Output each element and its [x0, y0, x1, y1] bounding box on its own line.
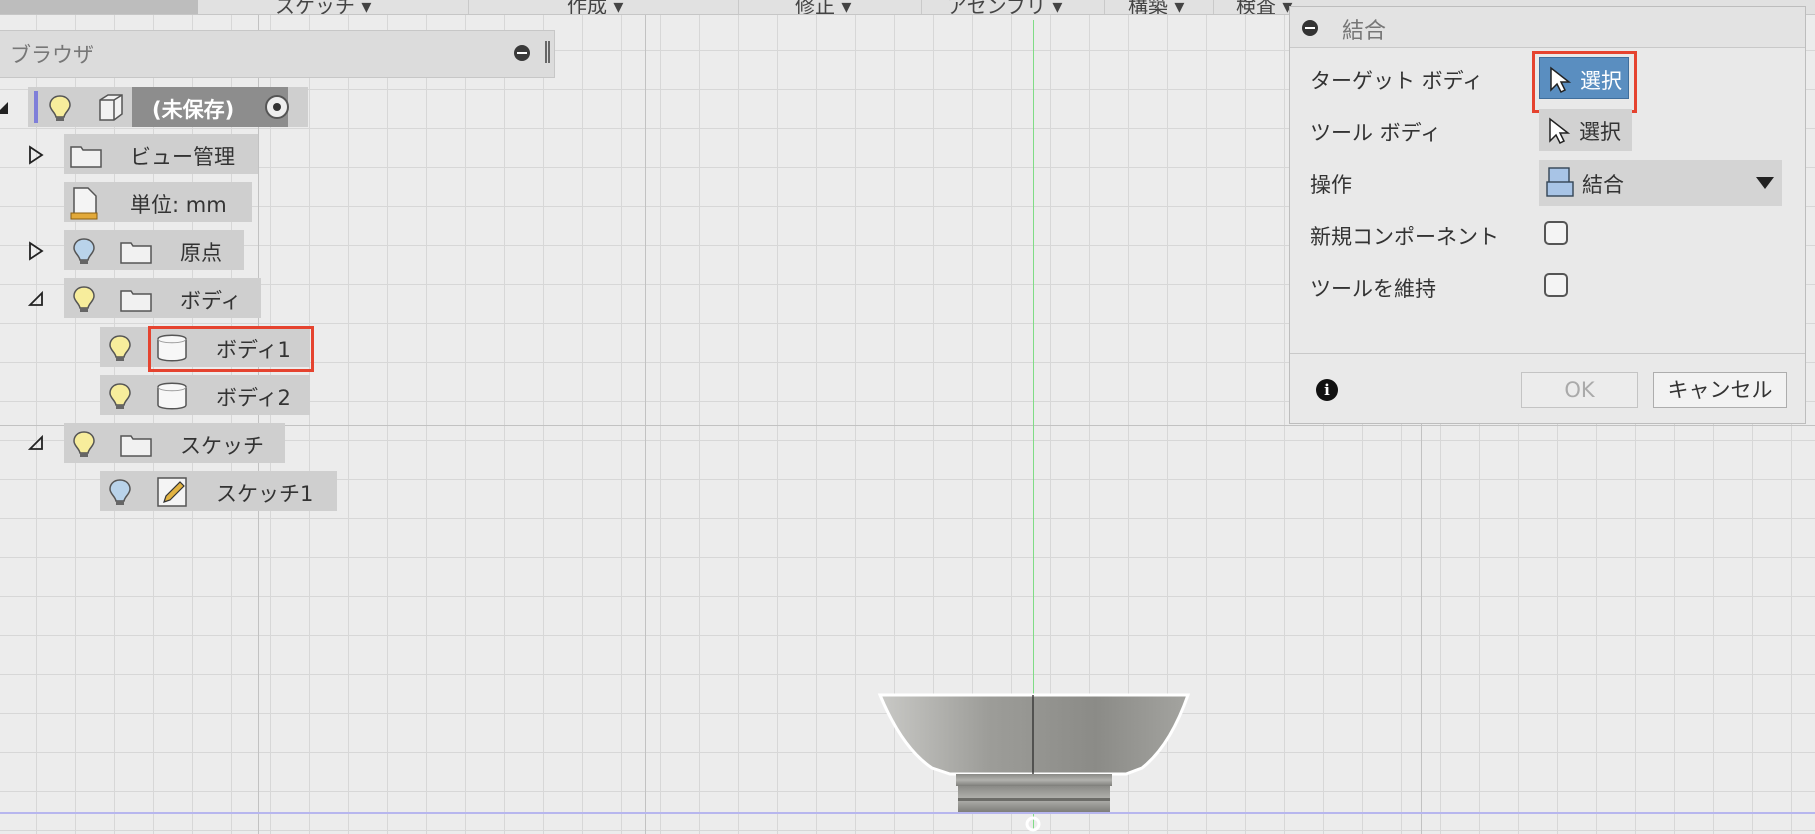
join-operation-icon: [1546, 167, 1574, 197]
grid-major-line: [645, 0, 646, 834]
toolbar-assemble-menu[interactable]: アセンブリ ▾: [947, 0, 1062, 14]
toolbar-workspace-area[interactable]: [0, 0, 198, 14]
browser-item-label: ボディ2: [216, 386, 291, 410]
toolbar-sketch-menu[interactable]: スケッチ ▾: [275, 0, 371, 14]
browser-title: ブラウザ: [10, 43, 94, 67]
sketch-pencil-icon: [157, 477, 187, 507]
operation-dropdown[interactable]: 結合: [1539, 160, 1782, 206]
browser-item-label: 原点: [180, 241, 222, 265]
browser-item-sketch1[interactable]: スケッチ1: [100, 471, 337, 511]
expand-triangle-icon[interactable]: [28, 145, 44, 165]
toolbar-separator: [468, 0, 469, 14]
visibility-bulb-off-icon[interactable]: [70, 236, 98, 266]
toolbar-construct-menu[interactable]: 構築 ▾: [1128, 0, 1184, 14]
browser-root-row[interactable]: (未保存): [28, 87, 308, 127]
active-indicator: [34, 91, 38, 123]
ok-button[interactable]: OK: [1521, 372, 1638, 408]
toolbar-separator: [1104, 0, 1105, 14]
collapse-triangle-icon[interactable]: [28, 289, 44, 309]
folder-icon: [120, 435, 152, 457]
tool-body-select-button[interactable]: 選択: [1539, 109, 1632, 151]
select-button-label: 選択: [1579, 120, 1621, 144]
cursor-arrow-icon: [1549, 117, 1571, 145]
new-component-checkbox[interactable]: [1544, 221, 1568, 245]
dialog-footer-divider: [1290, 353, 1805, 354]
browser-item-bodies-folder[interactable]: ボディ: [64, 278, 261, 318]
browser-item-label: スケッチ: [180, 434, 264, 458]
cancel-button[interactable]: キャンセル: [1653, 372, 1787, 408]
browser-item-origin[interactable]: 原点: [64, 230, 244, 270]
root-document-name: (未保存): [152, 98, 235, 122]
collapse-triangle-icon[interactable]: [0, 98, 10, 118]
keep-tools-checkbox[interactable]: [1544, 273, 1568, 297]
body-cylinder-icon: [157, 382, 187, 410]
browser-panel-header: ブラウザ: [0, 30, 555, 78]
new-component-label: 新規コンポーネント: [1310, 225, 1499, 249]
visibility-bulb-off-icon[interactable]: [106, 477, 134, 507]
dropdown-arrow-icon: [1756, 177, 1774, 189]
collapse-triangle-icon[interactable]: [28, 433, 44, 453]
browser-item-view-management[interactable]: ビュー管理: [64, 134, 258, 174]
visibility-bulb-icon[interactable]: [106, 381, 134, 411]
activate-radio-icon[interactable]: [265, 95, 289, 119]
browser-item-label: ビュー管理: [130, 145, 235, 169]
collapse-icon[interactable]: [514, 45, 530, 61]
toolbar-modify-menu[interactable]: 修正 ▾: [795, 0, 851, 14]
keep-tools-label: ツールを維持: [1310, 277, 1436, 301]
visibility-bulb-icon[interactable]: [46, 93, 74, 123]
folder-icon: [70, 146, 102, 168]
visibility-bulb-icon[interactable]: [70, 429, 98, 459]
component-box-icon: [99, 94, 123, 121]
info-icon[interactable]: i: [1316, 379, 1338, 401]
toolbar-separator: [1213, 0, 1214, 14]
toolbar-create-menu[interactable]: 作成 ▾: [567, 0, 623, 14]
dialog-header: 結合: [1290, 7, 1805, 48]
bowl-model[interactable]: [870, 688, 1200, 834]
folder-icon: [120, 242, 152, 264]
target-body-label: ターゲット ボディ: [1310, 69, 1484, 93]
tool-body-label: ツール ボディ: [1310, 121, 1442, 145]
dialog-title: 結合: [1342, 19, 1387, 44]
browser-item-label: スケッチ1: [216, 482, 314, 506]
browser-item-label: 単位: mm: [130, 193, 227, 217]
pin-icon[interactable]: [545, 41, 550, 63]
browser-item-body2[interactable]: ボディ2: [100, 375, 310, 415]
toolbar-separator: [921, 0, 922, 14]
expand-triangle-icon[interactable]: [28, 241, 44, 261]
browser-item-sketches-folder[interactable]: スケッチ: [64, 423, 285, 463]
combine-dialog: 結合 ターゲット ボディ 選択 ツール ボディ 選択 操作 結合 新規コンポーネ…: [1289, 6, 1806, 424]
toolbar-inspect-menu[interactable]: 検査 ▾: [1236, 0, 1292, 14]
collapse-icon[interactable]: [1302, 20, 1318, 36]
browser-item-label: ボディ: [180, 289, 242, 313]
document-units-icon: [70, 187, 98, 220]
toolbar-separator: [738, 0, 739, 14]
visibility-bulb-icon[interactable]: [70, 284, 98, 314]
folder-icon: [120, 290, 152, 312]
target-select-highlight-box: [1532, 51, 1637, 113]
body1-highlight-box: [148, 326, 314, 372]
operation-label: 操作: [1310, 173, 1352, 197]
operation-value: 結合: [1582, 173, 1624, 197]
visibility-bulb-icon[interactable]: [106, 333, 134, 363]
browser-item-units[interactable]: 単位: mm: [64, 182, 252, 222]
